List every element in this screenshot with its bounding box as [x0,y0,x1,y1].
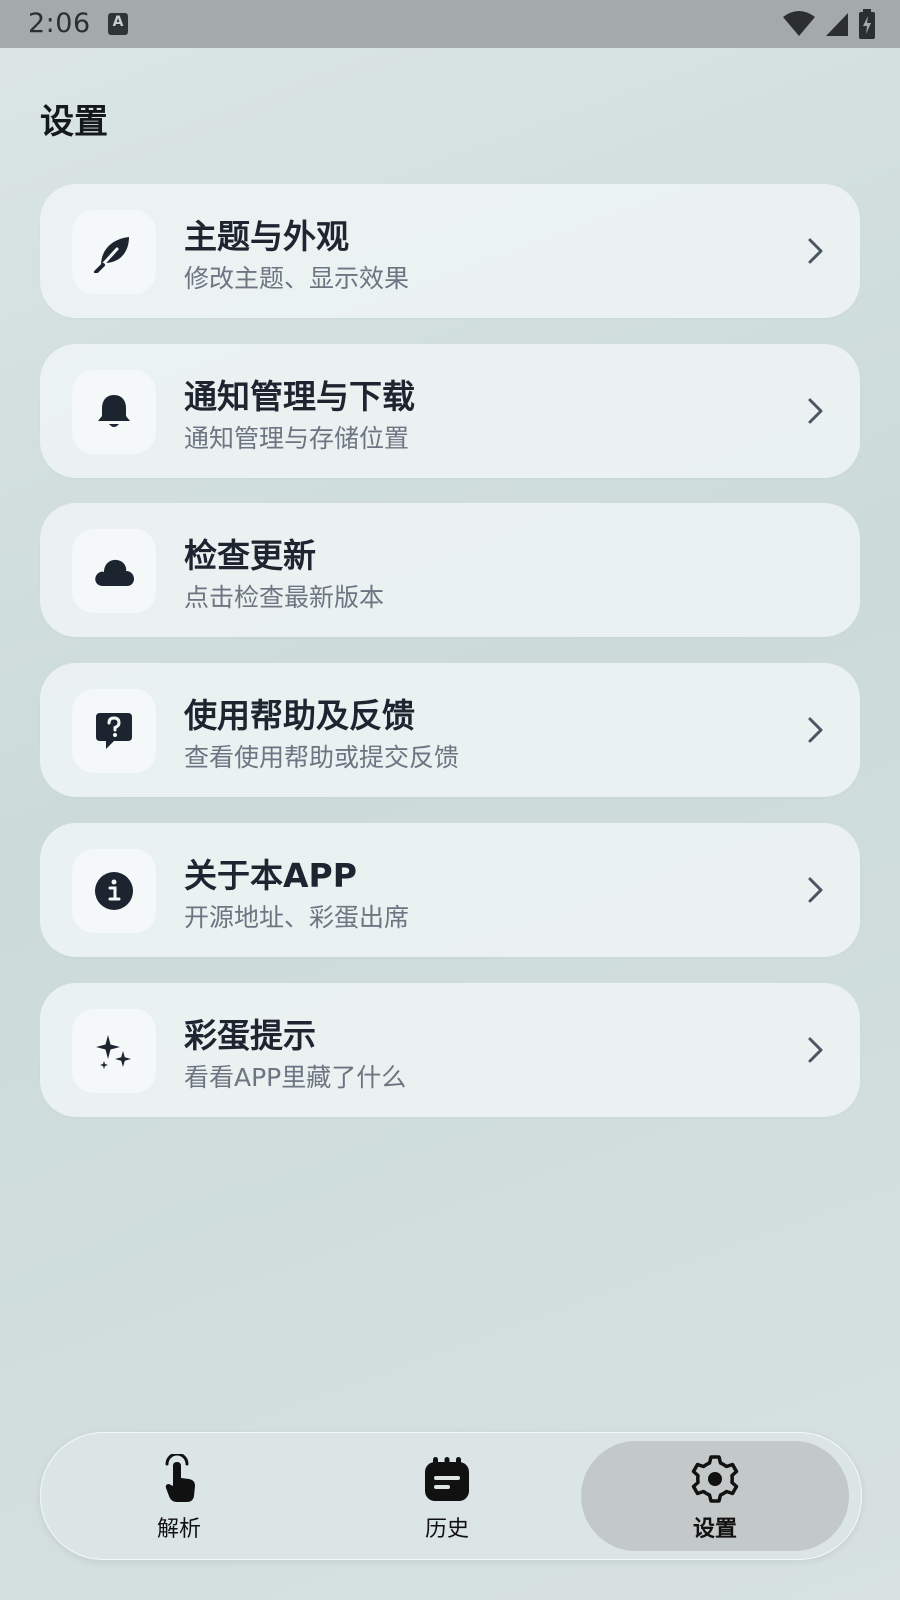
accessibility-notification-icon: A [108,13,128,35]
signal-icon [826,13,848,36]
settings-item-icon-box [72,370,156,454]
nav-item-parse[interactable]: 解析 [45,1441,313,1551]
settings-item-title: 关于本APP [184,856,357,895]
bell-icon [98,395,130,427]
settings-item-about[interactable]: 关于本APP 开源地址、彩蛋出席 [40,823,860,957]
settings-item-title: 通知管理与下载 [184,377,415,416]
settings-item-subtitle: 点击检查最新版本 [184,583,385,612]
settings-item-title: 检查更新 [184,536,316,575]
settings-item-subtitle: 查看使用帮助或提交反馈 [184,743,460,772]
settings-item-easter-egg[interactable]: 彩蛋提示 看看APP里藏了什么 [40,983,860,1117]
settings-item-subtitle: 修改主题、显示效果 [184,264,410,293]
settings-item-theme[interactable]: 主题与外观 修改主题、显示效果 [40,184,860,318]
settings-item-title: 彩蛋提示 [184,1016,316,1055]
settings-item-subtitle: 看看APP里藏了什么 [184,1063,407,1092]
nav-icon-wrapper [159,1453,199,1505]
status-bar: 2:06 A [0,0,900,48]
status-time: 2:06 [28,8,91,39]
nav-item-settings[interactable]: 设置 [581,1441,849,1551]
settings-item-icon-box [72,210,156,294]
settings-item-icon-box [72,689,156,773]
gear-icon [691,1455,739,1503]
calendar-icon [425,1457,469,1501]
nav-icon-wrapper [423,1453,471,1505]
bottom-nav: 解析 历史 设置 [40,1432,862,1560]
status-indicators [782,9,876,39]
nav-icon-wrapper [691,1453,739,1505]
chevron-right-icon [808,717,823,743]
chevron-right-icon [808,1037,823,1063]
settings-item-notifications[interactable]: 通知管理与下载 通知管理与存储位置 [40,344,860,478]
settings-item-icon-box [72,529,156,613]
settings-item-subtitle: 开源地址、彩蛋出席 [184,903,410,932]
nav-label: 历史 [424,1517,469,1542]
settings-item-icon-box [72,849,156,933]
sparkles-icon [96,1035,131,1069]
tap-hand-icon [165,1454,195,1502]
settings-list: 主题与外观 修改主题、显示效果 通知管理与下载 通知管理与存储位置 检查更新 点… [40,184,860,1143]
settings-item-title: 使用帮助及反馈 [184,696,415,735]
page-title: 设置 [40,102,108,142]
settings-item-check-update[interactable]: 检查更新 点击检查最新版本 [40,503,860,637]
chevron-right-icon [808,238,823,264]
settings-item-icon-box [72,1009,156,1093]
cloud-icon [95,559,134,586]
nav-label: 解析 [156,1517,201,1542]
leaf-icon [94,237,129,273]
nav-label: 设置 [692,1517,737,1542]
info-icon [95,872,133,910]
battery-icon [859,9,875,39]
settings-item-subtitle: 通知管理与存储位置 [184,424,410,453]
help-chat-icon [96,713,132,749]
wifi-icon [783,11,815,36]
chevron-right-icon [808,877,823,903]
settings-item-help-feedback[interactable]: 使用帮助及反馈 查看使用帮助或提交反馈 [40,663,860,797]
settings-item-title: 主题与外观 [184,217,349,256]
chevron-right-icon [808,398,823,424]
nav-item-history[interactable]: 历史 [313,1441,581,1551]
